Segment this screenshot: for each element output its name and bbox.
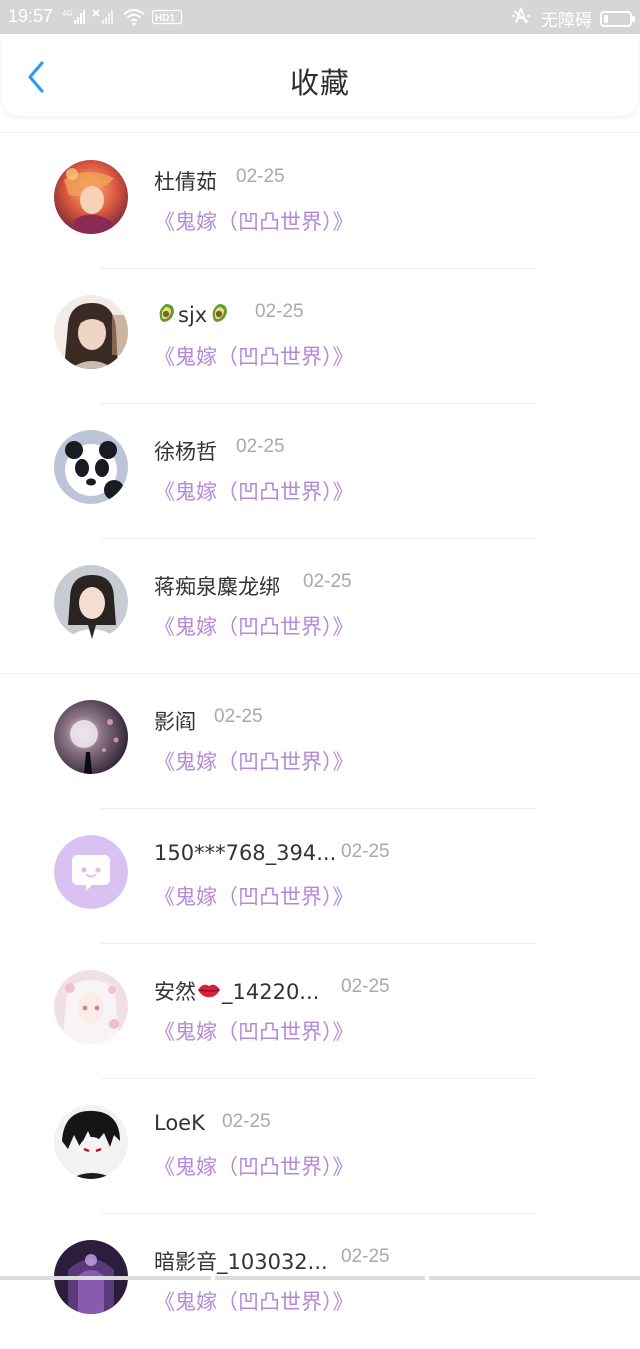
signal-4g-icon: 4G bbox=[62, 8, 86, 31]
item-name: 安然 _14220... bbox=[154, 976, 319, 1006]
list-item[interactable]: LoeK 02-25 《鬼嫁（凹凸世界）》 bbox=[0, 1079, 640, 1214]
avocado-icon bbox=[212, 304, 228, 322]
item-date: 02-25 bbox=[341, 976, 390, 997]
avocado-icon bbox=[159, 304, 174, 322]
svg-text:4G: 4G bbox=[62, 9, 73, 18]
lips-icon bbox=[198, 984, 220, 998]
item-work-title[interactable]: 《鬼嫁（凹凸世界）》 bbox=[154, 341, 354, 371]
hd-icon: HD1 bbox=[151, 8, 183, 31]
item-work-title[interactable]: 《鬼嫁（凹凸世界）》 bbox=[154, 746, 354, 776]
avatar[interactable] bbox=[54, 1105, 128, 1179]
list-item[interactable]: 150***768_394... 02-25 《鬼嫁（凹凸世界）》 bbox=[0, 809, 640, 944]
list-item[interactable]: 安然 _14220... 02-25 《鬼嫁（凹凸世界）》 bbox=[0, 944, 640, 1079]
default-avatar[interactable] bbox=[54, 835, 128, 909]
item-date: 02-25 bbox=[341, 1246, 390, 1267]
item-work-title[interactable]: 《鬼嫁（凹凸世界）》 bbox=[154, 881, 354, 911]
scroll-indicator bbox=[0, 1276, 640, 1280]
item-date: 02-25 bbox=[214, 706, 263, 727]
status-bar: 19:57 4G HD1 无障碍 bbox=[0, 0, 640, 34]
item-name: 徐杨哲 bbox=[154, 440, 217, 464]
list-item[interactable]: 蒋痴泉麋龙绑 02-25 《鬼嫁（凹凸世界）》 bbox=[0, 539, 640, 674]
item-name-text: 安然 bbox=[154, 980, 196, 1004]
item-name: 影阎 bbox=[154, 710, 196, 734]
item-name: sjx bbox=[154, 301, 231, 327]
list-item[interactable]: 暗影音_103032... 02-25 《鬼嫁（凹凸世界）》 bbox=[0, 1214, 640, 1349]
item-work-title[interactable]: 《鬼嫁（凹凸世界）》 bbox=[154, 1286, 354, 1316]
list-item[interactable]: 影阎 02-25 《鬼嫁（凹凸世界）》 bbox=[0, 674, 640, 809]
item-work-title[interactable]: 《鬼嫁（凹凸世界）》 bbox=[154, 611, 354, 641]
accessibility-label: 无障碍 bbox=[541, 11, 592, 31]
item-name: 暗影音_103032... bbox=[154, 1250, 328, 1274]
status-left-icons: 4G HD1 bbox=[62, 8, 183, 31]
item-work-title[interactable]: 《鬼嫁（凹凸世界）》 bbox=[154, 1151, 354, 1181]
list-item[interactable]: sjx 02-25 《鬼嫁（凹凸世界）》 bbox=[0, 269, 640, 404]
avatar[interactable] bbox=[54, 160, 128, 234]
item-date: 02-25 bbox=[236, 166, 285, 187]
svg-text:HD1: HD1 bbox=[155, 13, 175, 24]
avatar[interactable] bbox=[54, 295, 128, 369]
status-right: 无障碍 bbox=[509, 5, 635, 32]
list-item[interactable]: 徐杨哲 02-25 《鬼嫁（凹凸世界）》 bbox=[0, 404, 640, 539]
item-work-title[interactable]: 《鬼嫁（凹凸世界）》 bbox=[154, 476, 354, 506]
battery-level bbox=[604, 14, 608, 23]
header-divider bbox=[0, 132, 640, 133]
avatar[interactable] bbox=[54, 970, 128, 1044]
favorites-list: 杜倩茹 02-25 《鬼嫁（凹凸世界）》 sjx 02-25 《鬼嫁（凹凸世界）… bbox=[0, 134, 640, 1349]
item-date: 02-25 bbox=[341, 841, 390, 862]
header: 收藏 bbox=[2, 34, 638, 116]
wifi-icon bbox=[122, 8, 146, 31]
status-time: 19:57 bbox=[8, 6, 54, 26]
avatar[interactable] bbox=[54, 700, 128, 774]
item-name: 150***768_394... bbox=[154, 841, 337, 865]
battery-icon bbox=[600, 10, 635, 27]
avatar[interactable] bbox=[54, 565, 128, 639]
item-name-text: sjx bbox=[178, 303, 208, 327]
item-date: 02-25 bbox=[236, 436, 285, 457]
item-date: 02-25 bbox=[222, 1111, 271, 1132]
item-name: 杜倩茹 bbox=[154, 170, 217, 194]
item-date: 02-25 bbox=[255, 301, 304, 322]
item-work-title[interactable]: 《鬼嫁（凹凸世界）》 bbox=[154, 1016, 354, 1046]
signal-x-icon bbox=[92, 8, 116, 31]
item-name: 蒋痴泉麋龙绑 bbox=[154, 575, 280, 599]
item-work-title[interactable]: 《鬼嫁（凹凸世界）》 bbox=[154, 206, 354, 236]
page-title: 收藏 bbox=[289, 66, 350, 100]
item-name-suffix: _14220... bbox=[222, 980, 320, 1004]
list-item[interactable]: 杜倩茹 02-25 《鬼嫁（凹凸世界）》 bbox=[0, 134, 640, 269]
item-date: 02-25 bbox=[303, 571, 352, 592]
accessibility-icon bbox=[509, 5, 533, 32]
avatar[interactable] bbox=[54, 430, 128, 504]
item-name: LoeK bbox=[154, 1111, 205, 1135]
